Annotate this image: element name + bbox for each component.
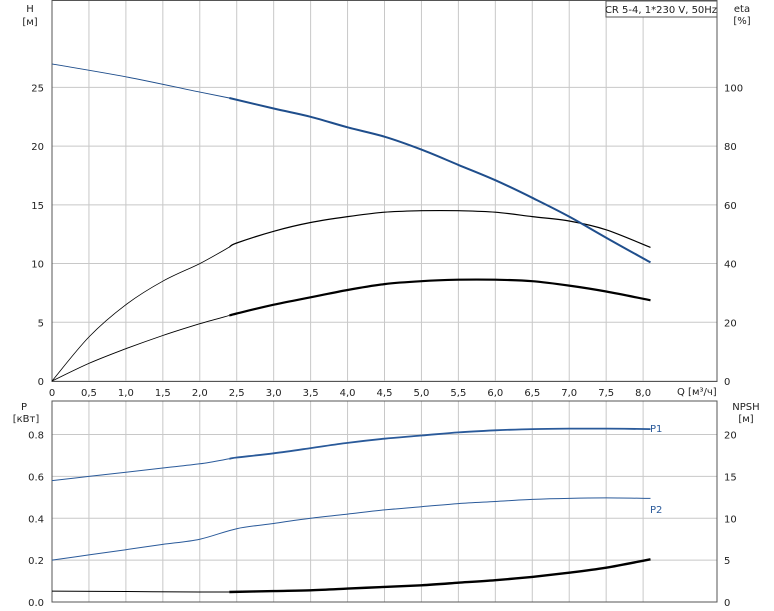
x-tick-label: 3,5 xyxy=(303,388,319,399)
p2-power-curve xyxy=(51,497,651,561)
p1-series-label: P1 xyxy=(650,424,662,435)
eta-tick-label: 80 xyxy=(724,142,737,153)
eta-tick-label: 20 xyxy=(724,318,737,329)
head-tick-label: 0 xyxy=(38,377,44,388)
x-tick-label: 4,0 xyxy=(340,388,356,399)
npsh-curve-operating-segment xyxy=(229,558,651,594)
pump-curve-chart: 0510152025 020406080100 0 0,5 1,0 1,5 2,0 2,5… xyxy=(13,0,760,610)
bottom-panel: 0.0 0.2 0.4 0.6 0.8 0 5 10 15 20 P [кВт] NPSH [м… xyxy=(13,400,760,610)
power-tick-label: 0.6 xyxy=(28,472,44,483)
power-tick-label: 0.2 xyxy=(28,556,44,567)
x-tick-label: 7,5 xyxy=(598,388,614,399)
flow-axis-label: Q [м³/ч] xyxy=(677,387,717,398)
npsh-tick-label: 20 xyxy=(724,431,737,442)
bottom-right-axis-ticks: 0 5 10 15 20 xyxy=(724,431,737,610)
p1-power-curve-operating-segment xyxy=(229,427,651,460)
x-tick-label: 2,5 xyxy=(229,388,245,399)
eta-axis-label: eta xyxy=(734,4,750,15)
npsh-curve-low-flow-segment xyxy=(51,590,230,593)
head-tick-label: 25 xyxy=(31,83,44,94)
top-panel: 0 5 10 15 20 25 0 20 40 60 80 100 0 0,5 1,0 1,5 2,0 2,5… xyxy=(22,0,751,399)
npsh-tick-label: 15 xyxy=(724,472,737,483)
efficiency-curve-lower-operating-segment xyxy=(229,278,651,317)
x-tick-label: 2,0 xyxy=(192,388,208,399)
npsh-tick-label: 5 xyxy=(724,556,730,567)
efficiency-curve-upper-low-flow-segment xyxy=(51,246,230,382)
x-tick-label: 3,0 xyxy=(266,388,282,399)
x-tick-label: 6,0 xyxy=(487,388,503,399)
eta-tick-label: 60 xyxy=(724,201,737,212)
head-axis-unit: [м] xyxy=(22,17,37,28)
head-tick-label: 20 xyxy=(31,142,44,153)
x-tick-label: 6,5 xyxy=(524,388,540,399)
eta-tick-label: 0 xyxy=(724,377,730,388)
x-axis-ticks: 0 0,5 1,0 1,5 2,0 2,5 3,0 3,5 4,0 4,5 5,0 5,5 6,0 6,5… xyxy=(49,388,651,399)
head-tick-label: 5 xyxy=(38,318,44,329)
power-tick-label: 0.4 xyxy=(28,514,44,525)
npsh-axis-unit: [м] xyxy=(738,414,753,425)
bottom-curves xyxy=(51,427,651,594)
x-tick-label: 0,5 xyxy=(81,388,97,399)
head-tick-label: 15 xyxy=(31,201,44,212)
head-axis-label: H xyxy=(26,4,34,15)
npsh-tick-label: 10 xyxy=(724,514,737,525)
p2-series-label: P2 xyxy=(650,505,662,516)
bottom-grid xyxy=(51,401,717,602)
eta-tick-label: 100 xyxy=(724,83,743,94)
x-tick-label: 5,5 xyxy=(450,388,466,399)
top-left-axis-ticks: 0 5 10 15 20 25 xyxy=(31,83,44,388)
npsh-axis-label: NPSH xyxy=(732,402,759,413)
x-tick-label: 4,5 xyxy=(377,388,393,399)
top-right-axis-ticks: 0 20 40 60 80 100 xyxy=(724,83,743,388)
power-tick-label: 0.0 xyxy=(28,598,44,609)
p1-power-curve-low-flow-segment xyxy=(51,458,230,482)
power-tick-label: 0.8 xyxy=(28,431,44,442)
chart-title: CR 5-4, 1*230 V, 50Hz xyxy=(605,5,717,16)
npsh-tick-label: 0 xyxy=(724,598,730,609)
x-tick-label: 5,0 xyxy=(413,388,429,399)
power-axis-label: P xyxy=(21,402,27,413)
x-tick-label: 7,0 xyxy=(561,388,577,399)
top-grid xyxy=(51,0,717,382)
efficiency-curve-upper-operating-segment xyxy=(228,209,651,248)
eta-axis-unit: [%] xyxy=(733,16,750,27)
bottom-left-axis-ticks: 0.0 0.2 0.4 0.6 0.8 xyxy=(28,431,44,610)
eta-tick-label: 40 xyxy=(724,260,737,271)
power-axis-unit: [кВт] xyxy=(13,414,40,425)
top-curves xyxy=(51,63,651,382)
head-curve-low-flow-segment xyxy=(51,63,230,99)
head-tick-label: 10 xyxy=(31,260,44,271)
head-curve-operating-segment xyxy=(229,97,651,264)
x-tick-label: 0 xyxy=(49,388,55,399)
x-tick-label: 1,0 xyxy=(118,388,134,399)
x-tick-label: 1,5 xyxy=(155,388,171,399)
x-tick-label: 8,0 xyxy=(635,388,651,399)
